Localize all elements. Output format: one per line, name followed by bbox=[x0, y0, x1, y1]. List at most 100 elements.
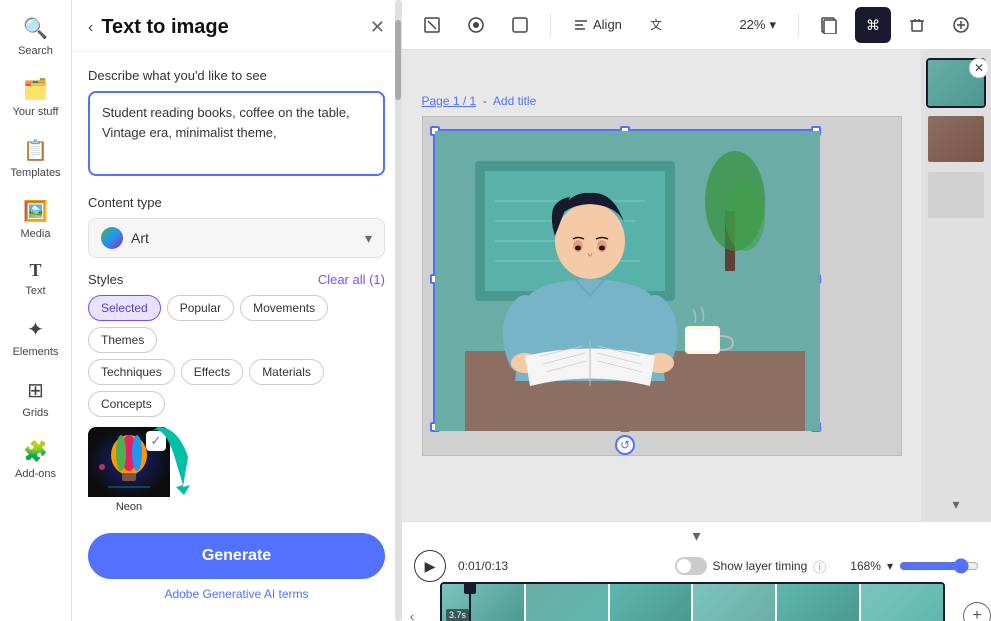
timeline-frames: 3.7s bbox=[440, 582, 945, 621]
tag-techniques[interactable]: Techniques bbox=[88, 359, 175, 385]
add-title-link[interactable]: Add title bbox=[493, 94, 536, 108]
frame-icon bbox=[511, 16, 529, 34]
effects-icon bbox=[467, 16, 485, 34]
panel-scrollbar-thumb[interactable] bbox=[395, 20, 401, 100]
generate-button[interactable]: Generate bbox=[88, 533, 385, 579]
timeline-nav-left[interactable]: ‹ bbox=[402, 606, 422, 621]
tag-effects[interactable]: Effects bbox=[181, 359, 243, 385]
frame-2 bbox=[526, 584, 608, 621]
timeline-controls: ▶ 0:01/0:13 Show layer timing ⓘ 168% ▾ bbox=[402, 550, 991, 582]
tag-themes[interactable]: Themes bbox=[88, 327, 157, 353]
top-toolbar: Align 文 22% ▾ ⌘ bbox=[402, 0, 991, 50]
panel-content: Describe what you'd like to see Student … bbox=[72, 52, 401, 621]
close-preview-button[interactable]: ✕ bbox=[969, 58, 989, 78]
sidebar-item-elements[interactable]: ✦ Elements bbox=[4, 309, 68, 366]
timeline-zoom-slider[interactable] bbox=[899, 558, 979, 574]
sidebar-item-templates[interactable]: 📋 Templates bbox=[4, 130, 68, 187]
thumbnail-2[interactable] bbox=[926, 114, 986, 164]
clear-all-button[interactable]: Clear all (1) bbox=[318, 272, 385, 287]
tag-popular[interactable]: Popular bbox=[167, 295, 234, 321]
frame-6 bbox=[861, 584, 943, 621]
svg-text:文: 文 bbox=[650, 17, 662, 32]
zoom-value: 22% bbox=[739, 17, 765, 32]
effects-tool-button[interactable] bbox=[458, 7, 494, 43]
timeline-collapse-button[interactable]: ▾ bbox=[402, 522, 991, 550]
rotate-handle[interactable]: ↺ bbox=[615, 435, 635, 455]
sidebar-item-media[interactable]: 🖼️ Media bbox=[4, 191, 68, 248]
sidebar-item-label: Media bbox=[21, 228, 51, 240]
content-type-dropdown[interactable]: Art ▾ bbox=[88, 218, 385, 258]
text-to-image-panel: ‹ Text to image ✕ Describe what you'd li… bbox=[72, 0, 402, 621]
timeline-zoom-dropdown[interactable]: ▾ bbox=[887, 559, 893, 573]
content-type-value: Art bbox=[131, 230, 149, 246]
sidebar-item-text[interactable]: T Text bbox=[4, 252, 68, 305]
chevron-down-icon: ▾ bbox=[365, 230, 372, 247]
current-time: 0:01 bbox=[458, 559, 481, 573]
right-thumbnails: ✕ ▾ bbox=[921, 50, 991, 521]
prompt-textarea[interactable]: Student reading books, coffee on the tab… bbox=[88, 91, 385, 176]
close-button[interactable]: ✕ bbox=[370, 17, 385, 38]
zoom-control[interactable]: 22% ▾ bbox=[729, 11, 786, 39]
add-frame-button[interactable]: + bbox=[963, 602, 991, 621]
page-number: Page 1 / 1 bbox=[422, 94, 477, 108]
translate-button[interactable]: 文 bbox=[640, 7, 676, 43]
styles-header: Styles Clear all (1) bbox=[88, 272, 385, 287]
sidebar-item-label: Search bbox=[18, 45, 53, 57]
describe-label: Describe what you'd like to see bbox=[88, 68, 385, 83]
grid-active-button[interactable]: ⌘ bbox=[855, 7, 891, 43]
sidebar-item-label: Templates bbox=[10, 167, 60, 179]
text-icon: T bbox=[29, 260, 41, 281]
sidebar-item-addons[interactable]: 🧩 Add-ons bbox=[4, 431, 68, 488]
panel-scrollbar[interactable] bbox=[395, 0, 401, 621]
frame-tool-button[interactable] bbox=[502, 7, 538, 43]
toolbar-separator bbox=[550, 13, 551, 37]
info-icon[interactable]: ⓘ bbox=[813, 557, 826, 576]
timeline-strip: 3.7s ‹ bbox=[440, 582, 945, 621]
crop-tool-button[interactable] bbox=[414, 7, 450, 43]
media-icon: 🖼️ bbox=[23, 199, 48, 224]
thumb-image-2 bbox=[928, 116, 984, 162]
delete-button[interactable] bbox=[899, 7, 935, 43]
main-area: Align 文 22% ▾ ⌘ bbox=[402, 0, 991, 621]
sidebar-item-label: Text bbox=[25, 285, 45, 297]
tag-concepts[interactable]: Concepts bbox=[88, 391, 165, 417]
layer-timing-toggle[interactable] bbox=[675, 557, 707, 575]
tag-materials[interactable]: Materials bbox=[249, 359, 324, 385]
tag-selected[interactable]: Selected bbox=[88, 295, 161, 321]
student-image-svg bbox=[435, 131, 820, 431]
panel-header: ‹ Text to image ✕ bbox=[72, 0, 401, 52]
art-icon bbox=[101, 227, 123, 249]
thumb-image-3 bbox=[928, 172, 984, 218]
pages-button[interactable] bbox=[811, 7, 847, 43]
sidebar-item-grids[interactable]: ⊞ Grids bbox=[4, 370, 68, 427]
collapse-thumbnails-button[interactable]: ▾ bbox=[952, 496, 959, 513]
grid-icon: ⌘ bbox=[864, 16, 882, 34]
align-button[interactable]: Align bbox=[563, 11, 632, 39]
align-label: Align bbox=[593, 17, 622, 32]
play-button[interactable]: ▶ bbox=[414, 550, 446, 582]
ai-terms-link[interactable]: Adobe Generative AI terms bbox=[88, 587, 385, 601]
grids-icon: ⊞ bbox=[27, 378, 44, 403]
style-section: ✓ Neon bbox=[88, 427, 385, 517]
frame-5 bbox=[777, 584, 859, 621]
arrow-indicator bbox=[148, 417, 228, 497]
panel-title: Text to image bbox=[101, 16, 362, 39]
back-button[interactable]: ‹ bbox=[88, 19, 93, 37]
sidebar-item-your-stuff[interactable]: 🗂️ Your stuff bbox=[4, 69, 68, 126]
translate-icon: 文 bbox=[649, 16, 667, 34]
styles-label: Styles bbox=[88, 272, 123, 287]
toolbar-separator-2 bbox=[798, 13, 799, 37]
canvas-page[interactable]: ↺ bbox=[422, 116, 902, 456]
thumbnail-3[interactable] bbox=[926, 170, 986, 220]
playhead-marker[interactable] bbox=[464, 582, 476, 621]
tag-movements[interactable]: Movements bbox=[240, 295, 328, 321]
selection-frame[interactable]: ↺ bbox=[433, 129, 818, 429]
tags-row-1: Selected Popular Movements Themes bbox=[88, 295, 385, 353]
toggle-knob bbox=[677, 559, 691, 573]
sidebar-item-search[interactable]: 🔍 Search bbox=[4, 8, 68, 65]
sidebar-item-label: Grids bbox=[22, 407, 48, 419]
frame-4 bbox=[693, 584, 775, 621]
add-page-button[interactable] bbox=[943, 7, 979, 43]
sidebar-item-label: Add-ons bbox=[15, 468, 56, 480]
zoom-chevron-icon: ▾ bbox=[769, 17, 776, 33]
